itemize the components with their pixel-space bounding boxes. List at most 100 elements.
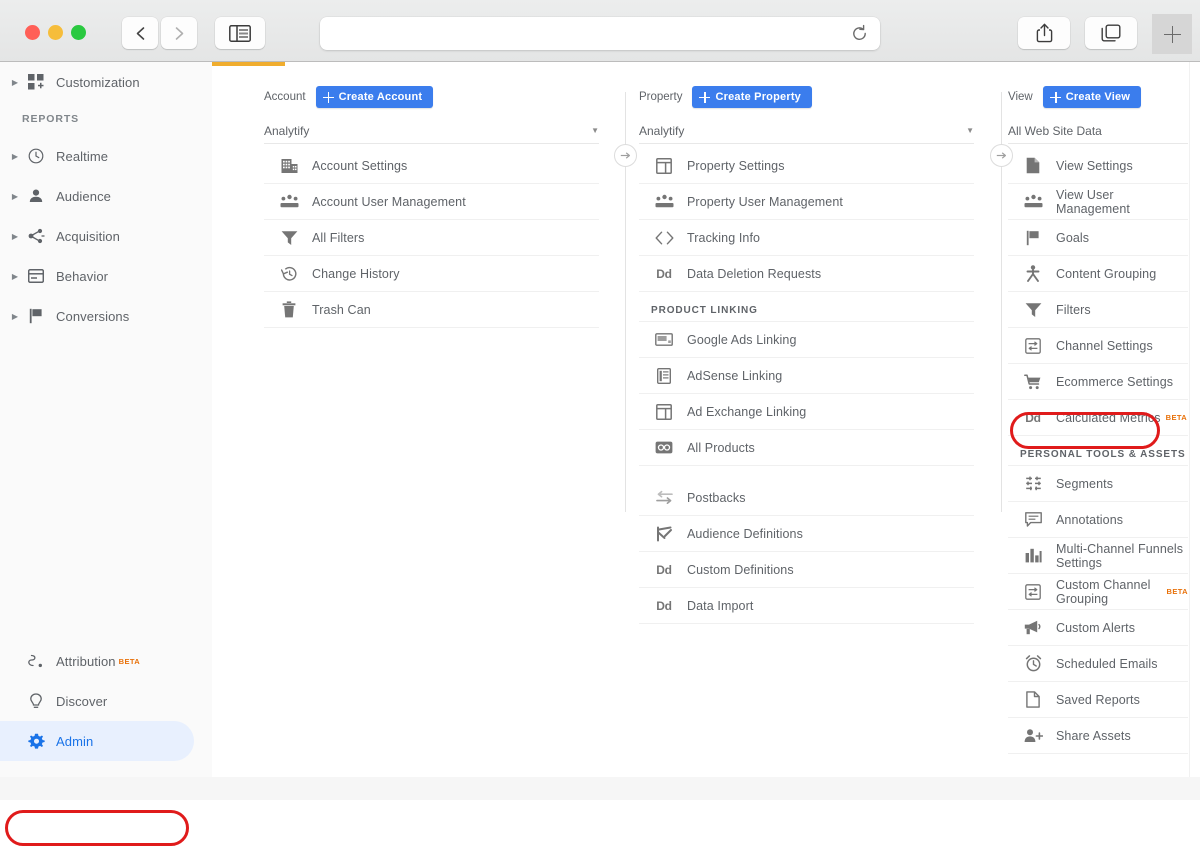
alarm-icon xyxy=(1020,655,1046,672)
list-item-label: Tracking Info xyxy=(687,230,761,245)
minimize-window-button[interactable] xyxy=(48,25,63,40)
maximize-window-button[interactable] xyxy=(71,25,86,40)
account-selector[interactable]: Analytify ▼ xyxy=(264,118,599,144)
ad-exchange-linking-item[interactable]: Ad Exchange Linking xyxy=(639,394,974,430)
audience-definitions-item[interactable]: Audience Definitions xyxy=(639,516,974,552)
view-selected-value: All Web Site Data xyxy=(1008,123,1102,138)
adsense-linking-item[interactable]: AdSense Linking xyxy=(639,358,974,394)
sidebar-item-admin[interactable]: Admin xyxy=(0,721,194,761)
ecommerce-settings-item[interactable]: Ecommerce Settings xyxy=(1008,364,1188,400)
trash-can-item[interactable]: Trash Can xyxy=(264,292,599,328)
sidebar-item-attribution[interactable]: Attribution BETA xyxy=(0,641,212,681)
account-settings-item[interactable]: Account Settings xyxy=(264,148,599,184)
sidebar-item-acquisition[interactable]: ▶ Acquisition xyxy=(0,216,212,256)
list-item-label: Custom Channel Grouping xyxy=(1056,577,1151,606)
sidebar-item-label: Conversions xyxy=(56,308,130,324)
sidebar-item-conversions[interactable]: ▶ Conversions xyxy=(0,296,212,336)
multi-channel-funnels-settings-item[interactable]: Multi-Channel Funnels Settings xyxy=(1008,538,1188,574)
sidebar-item-discover[interactable]: Discover xyxy=(0,681,212,721)
tabs-icon xyxy=(1101,24,1121,41)
property-selector[interactable]: Analytify ▼ xyxy=(639,118,974,144)
personal-tools-group-header: PERSONAL TOOLS & ASSETS xyxy=(1008,436,1188,466)
create-property-label: Create Property xyxy=(715,91,802,103)
list-item-label: Postbacks xyxy=(687,490,746,505)
share-button[interactable] xyxy=(1018,17,1070,49)
account-user-management-item[interactable]: Account User Management xyxy=(264,184,599,220)
list-item-label: Trash Can xyxy=(312,302,371,317)
new-tab-button[interactable] xyxy=(1152,14,1192,54)
property-user-management-item[interactable]: Property User Management xyxy=(639,184,974,220)
content-grouping-item[interactable]: Content Grouping xyxy=(1008,256,1188,292)
close-window-button[interactable] xyxy=(25,25,40,40)
list-item-label: Ad Exchange Linking xyxy=(687,404,807,419)
back-button[interactable] xyxy=(122,17,158,49)
account-label: Account xyxy=(264,91,306,103)
document-icon xyxy=(1020,691,1046,708)
list-item-label: Multi-Channel Funnels Settings xyxy=(1056,541,1184,570)
channel-settings-item[interactable]: Channel Settings xyxy=(1008,328,1188,364)
sidebar-item-behavior[interactable]: ▶ Behavior xyxy=(0,256,212,296)
custom-alerts-item[interactable]: Custom Alerts xyxy=(1008,610,1188,646)
reload-icon[interactable] xyxy=(850,24,869,48)
acquisition-icon xyxy=(22,228,50,244)
clock-icon xyxy=(22,148,50,164)
list-item-label: AdSense Linking xyxy=(687,368,783,383)
scheduled-emails-item[interactable]: Scheduled Emails xyxy=(1008,646,1188,682)
sidebar-item-audience[interactable]: ▶ Audience xyxy=(0,176,212,216)
channel-icon xyxy=(1020,337,1046,354)
trash-icon xyxy=(276,301,302,318)
postbacks-item[interactable]: Postbacks xyxy=(639,480,974,516)
list-item-label: Channel Settings xyxy=(1056,338,1153,353)
segments-item[interactable]: Segments xyxy=(1008,466,1188,502)
page-bottom-strip xyxy=(0,777,1200,800)
property-settings-item[interactable]: Property Settings xyxy=(639,148,974,184)
expand-arrow-icon: ▶ xyxy=(11,151,19,161)
create-account-button[interactable]: Create Account xyxy=(315,86,434,108)
change-history-item[interactable]: Change History xyxy=(264,256,599,292)
saved-reports-item[interactable]: Saved Reports xyxy=(1008,682,1188,718)
all-filters-item[interactable]: All Filters xyxy=(264,220,599,256)
show-tab-overview-button[interactable] xyxy=(1085,17,1137,49)
all-products-item[interactable]: All Products xyxy=(639,430,974,466)
sidebar-item-realtime[interactable]: ▶ Realtime xyxy=(0,136,212,176)
property-label: Property xyxy=(639,91,683,103)
goals-item[interactable]: Goals xyxy=(1008,220,1188,256)
sidebar-toggle-button[interactable] xyxy=(215,17,265,49)
account-item-list: Account Settings Account User Management xyxy=(264,148,599,328)
sidebar-item-customization[interactable]: ▶ Customization xyxy=(0,62,212,102)
gear-icon xyxy=(22,733,50,750)
chevron-left-icon xyxy=(136,26,144,40)
view-user-management-item[interactable]: View User Management xyxy=(1008,184,1188,220)
channel-icon xyxy=(1020,583,1046,600)
list-item-label: View Settings xyxy=(1056,158,1133,173)
data-deletion-requests-item[interactable]: Dd Data Deletion Requests xyxy=(639,256,974,292)
custom-definitions-item[interactable]: Dd Custom Definitions xyxy=(639,552,974,588)
flag-icon xyxy=(1020,230,1046,246)
calculated-metrics-item[interactable]: Dd Calculated Metrics BETA xyxy=(1008,400,1188,436)
beta-badge: BETA xyxy=(118,656,141,666)
annotations-item[interactable]: Annotations xyxy=(1008,502,1188,538)
sidebar-item-label: Behavior xyxy=(56,268,109,284)
create-view-button[interactable]: Create View xyxy=(1042,86,1142,108)
share-assets-item[interactable]: Share Assets xyxy=(1008,718,1188,754)
sidebar-item-label: Acquisition xyxy=(56,228,120,244)
filters-item[interactable]: Filters xyxy=(1008,292,1188,328)
window-icon xyxy=(651,157,677,174)
forward-button[interactable] xyxy=(161,17,197,49)
allproducts-icon xyxy=(651,441,677,454)
chevron-down-icon: ▼ xyxy=(966,126,974,135)
sidebar-icon xyxy=(229,24,251,42)
comment-icon xyxy=(1020,512,1046,527)
address-bar[interactable] xyxy=(320,17,880,50)
window-icon xyxy=(651,403,677,420)
custom-channel-grouping-item[interactable]: Custom Channel Grouping BETA xyxy=(1008,574,1188,610)
collapse-toggle-button[interactable] xyxy=(614,144,637,167)
google-ads-linking-item[interactable]: Google Ads Linking xyxy=(639,322,974,358)
data-import-item[interactable]: Dd Data Import xyxy=(639,588,974,624)
view-settings-item[interactable]: View Settings xyxy=(1008,148,1188,184)
view-selector[interactable]: All Web Site Data xyxy=(1008,118,1188,144)
create-property-button[interactable]: Create Property xyxy=(692,86,813,108)
tracking-info-item[interactable]: Tracking Info xyxy=(639,220,974,256)
property-column-header: Property Create Property xyxy=(639,86,974,108)
